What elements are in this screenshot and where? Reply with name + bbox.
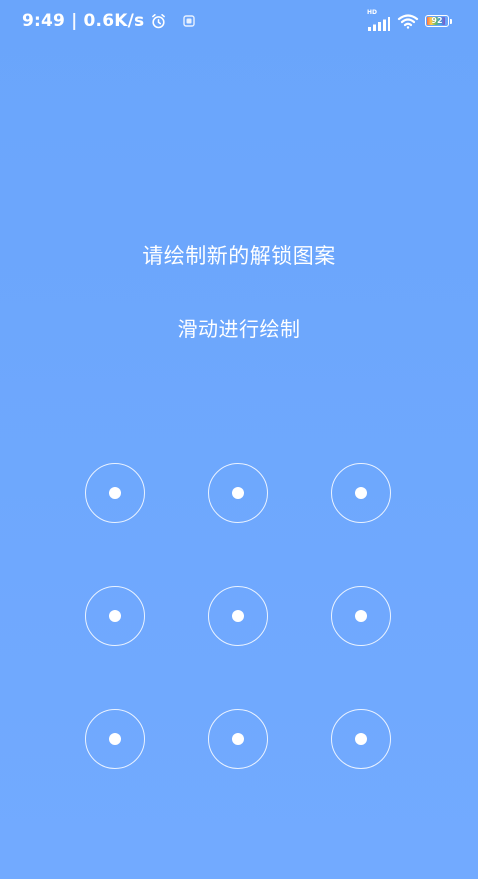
pattern-dot-center	[232, 487, 244, 499]
status-bar: 9:49 | 0.6K/s HD 92	[0, 0, 478, 44]
status-right: HD 92	[367, 9, 452, 33]
lock-pattern-screen: 9:49 | 0.6K/s HD 92 请绘制新的解锁图案 滑动进行绘制	[0, 0, 478, 879]
status-time: 9:49	[22, 11, 66, 31]
pattern-dot-9[interactable]	[331, 709, 391, 769]
pattern-dot-center	[109, 610, 121, 622]
battery-tip	[450, 18, 452, 24]
pattern-dot-2[interactable]	[208, 463, 268, 523]
pattern-dot-center	[109, 487, 121, 499]
cellular-signal-icon	[368, 17, 390, 31]
app-notification-icon	[173, 15, 196, 27]
battery-icon: 92	[425, 15, 449, 27]
lock-pattern-title: 请绘制新的解锁图案	[142, 244, 336, 268]
status-left: 9:49 | 0.6K/s	[22, 9, 196, 33]
pattern-dot-4[interactable]	[85, 586, 145, 646]
pattern-dot-center	[232, 610, 244, 622]
pattern-dot-1[interactable]	[85, 463, 145, 523]
pattern-dot-center	[355, 487, 367, 499]
pattern-dot-8[interactable]	[208, 709, 268, 769]
pattern-dot-center	[355, 733, 367, 745]
cellular-signal: HD	[367, 9, 391, 31]
pattern-dot-center	[355, 610, 367, 622]
lock-pattern-subtitle: 滑动进行绘制	[177, 317, 301, 341]
status-separator: |	[71, 11, 78, 31]
pattern-dot-6[interactable]	[331, 586, 391, 646]
pattern-dot-7[interactable]	[85, 709, 145, 769]
pattern-dot-3[interactable]	[331, 463, 391, 523]
wifi-icon	[397, 13, 419, 29]
network-speed: 0.6K/s	[83, 11, 145, 31]
battery-level: 92	[431, 16, 443, 25]
pattern-dot-center	[232, 733, 244, 745]
network-type-label: HD	[367, 9, 378, 16]
alarm-clock-icon	[150, 13, 167, 30]
pattern-grid[interactable]	[85, 463, 393, 771]
pattern-dot-center	[109, 733, 121, 745]
pattern-dot-5[interactable]	[208, 586, 268, 646]
